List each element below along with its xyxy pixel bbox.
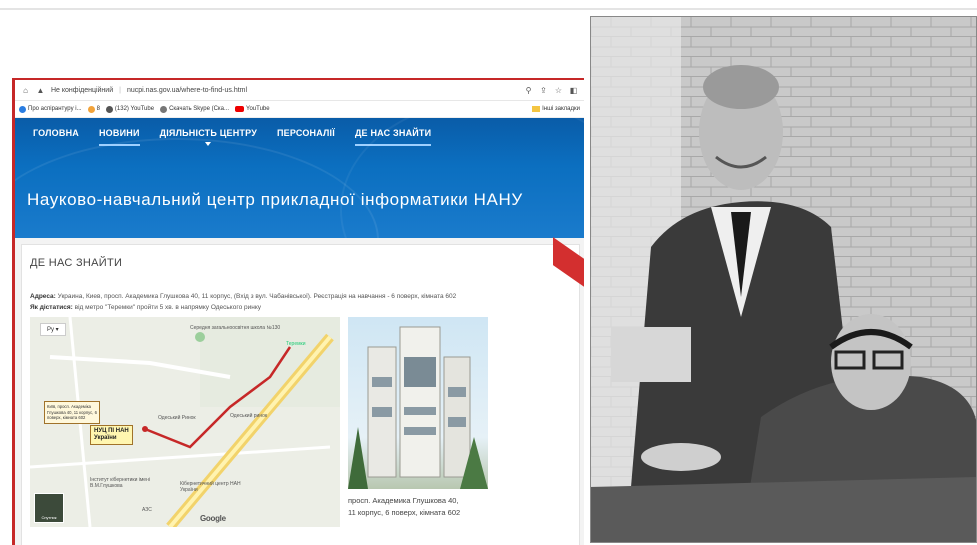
address-block: Адреса: Украина, Киев, просп. Академика … — [30, 291, 456, 313]
main-nav: ГОЛОВНА НОВИНИ ДІЯЛЬНІСТЬ ЦЕНТРУ ПЕРСОНА… — [33, 128, 432, 146]
bookmark-item[interactable]: Про аспірантуру і... — [19, 105, 82, 113]
folder-icon — [532, 106, 541, 112]
map-label: Кібернетичний центр НАН України — [180, 481, 241, 493]
building-illustration — [348, 326, 488, 489]
howto-label: Як дістатися: — [30, 304, 73, 311]
browser-window: ⌂ ▲ Не конфіденційний | nucpi.nas.gov.ua… — [12, 78, 584, 545]
map-widget[interactable]: Ру ▾ Середня загальноосвітня школа №130 … — [30, 317, 340, 527]
address-bar[interactable]: ⌂ ▲ Не конфіденційний | nucpi.nas.gov.ua… — [15, 80, 584, 101]
top-divider — [0, 8, 977, 10]
other-bookmarks[interactable]: Інші закладки — [532, 106, 580, 112]
warning-icon: ▲ — [36, 85, 45, 95]
howto-text: від метро "Теремки" пройти 5 хв. в напря… — [74, 304, 261, 311]
url-text[interactable]: nucpi.nas.gov.ua/where-to-find-us.html — [127, 87, 247, 94]
map-label: Одеський Ринок — [158, 415, 196, 421]
zoom-icon[interactable]: ⚲ — [524, 86, 533, 95]
address-label: Адреса: — [30, 293, 56, 300]
map-label: Середня загальноосвітня школа №130 — [190, 325, 281, 331]
map-label: АЗС — [142, 507, 152, 513]
satellite-toggle[interactable]: Спутник — [34, 493, 64, 523]
globe-icon — [160, 105, 168, 113]
content-card: ДЕ НАС ЗНАЙТИ Адреса: Украина, Киев, про… — [21, 237, 584, 545]
bookmarks-bar: Про аспірантуру і... 8 (132) YouTube Ска… — [15, 101, 584, 118]
chevron-down-icon — [205, 142, 212, 146]
map-label: Інститут кібернетики імені В.М.Глушкова — [90, 477, 150, 489]
nav-item-where[interactable]: ДЕ НАС ЗНАЙТИ — [354, 128, 432, 146]
nav-item-home[interactable]: ГОЛОВНА — [33, 128, 79, 146]
security-label: Не конфіденційний — [51, 86, 114, 94]
photo-illustration — [591, 17, 976, 542]
corner-ribbon — [553, 237, 584, 289]
site-title: Науково-навчальний центр прикладної інфо… — [27, 190, 523, 209]
content-area: ДЕ НАС ЗНАЙТИ Адреса: Украина, Киев, про… — [15, 237, 584, 545]
separator: | — [119, 86, 121, 94]
google-logo: Google — [200, 514, 226, 523]
youtube-icon — [235, 106, 245, 112]
bookmark-item[interactable]: Скачать Skype (Ска... — [160, 105, 229, 113]
page-title: ДЕ НАС ЗНАЙТИ — [30, 257, 123, 269]
home-icon[interactable]: ⌂ — [21, 86, 30, 95]
address-text: Украина, Киев, просп. Академика Глушкова… — [57, 293, 457, 300]
map-label: Одеський ринок — [230, 413, 268, 419]
map-language-select[interactable]: Ру ▾ — [40, 323, 66, 336]
nav-item-personalities[interactable]: ПЕРСОНАЛІЇ — [277, 128, 335, 146]
nav-item-news[interactable]: НОВИНИ — [98, 128, 140, 146]
page-icon — [105, 105, 113, 113]
composite-image: ⌂ ▲ Не конфіденційний | nucpi.nas.gov.ua… — [0, 0, 977, 545]
share-icon[interactable]: ⇪ — [539, 86, 548, 95]
bookmark-item[interactable]: 8 — [87, 105, 100, 113]
building-photo — [348, 317, 488, 489]
site-header: ГОЛОВНА НОВИНИ ДІЯЛЬНІСТЬ ЦЕНТРУ ПЕРСОНА… — [15, 118, 584, 238]
star-icon[interactable]: ☆ — [554, 86, 563, 95]
extension-icon[interactable]: ◧ — [569, 86, 578, 95]
building-caption: просп. Академика Глушкова 40, 11 корпус,… — [348, 496, 461, 517]
page-icon — [87, 105, 95, 113]
page-icon — [19, 105, 26, 113]
map-marker-label[interactable]: НУЦ ПІ НАН України — [90, 425, 133, 445]
map-callout: Київ, просп. Академіка Глушкова 40, 11 к… — [44, 401, 100, 424]
historic-photo — [590, 16, 977, 543]
bookmark-item[interactable]: YouTube — [235, 106, 270, 112]
nav-item-activity[interactable]: ДІЯЛЬНІСТЬ ЦЕНТРУ — [160, 128, 257, 146]
bookmark-item[interactable]: (132) YouTube — [105, 105, 154, 113]
map-label: Теремки — [286, 341, 306, 347]
